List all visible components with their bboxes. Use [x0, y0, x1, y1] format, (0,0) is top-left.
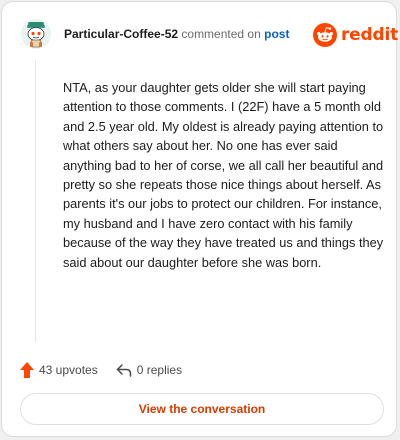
upvotes-count: 43 upvotes — [39, 363, 98, 377]
thread-line — [35, 60, 36, 342]
comment-header: Particular-Coffee-52 commented on post — [64, 27, 289, 41]
comment-body: NTA, as your daughter gets older she wil… — [63, 80, 384, 270]
username-link[interactable]: Particular-Coffee-52 — [64, 27, 178, 41]
view-conversation-button[interactable]: View the conversation — [20, 393, 384, 425]
reddit-wordmark: reddit — [341, 25, 399, 45]
replies-count: 0 replies — [136, 363, 183, 377]
comment-actions: 43 upvotes 0 replies — [20, 361, 182, 379]
post-link[interactable]: post — [264, 27, 289, 41]
reply-arrow-icon — [116, 364, 131, 377]
reddit-logo[interactable]: reddit — [313, 22, 398, 48]
reddit-alien-icon — [313, 23, 337, 47]
upvote-arrow-icon — [20, 362, 34, 378]
user-avatar-icon[interactable] — [21, 19, 51, 49]
commented-on-label: commented on — [181, 27, 261, 41]
upvotes-action[interactable]: 43 upvotes — [20, 362, 98, 378]
comment-card: Particular-Coffee-52 commented on post r… — [1, 1, 398, 437]
replies-action[interactable]: 0 replies — [116, 363, 182, 377]
